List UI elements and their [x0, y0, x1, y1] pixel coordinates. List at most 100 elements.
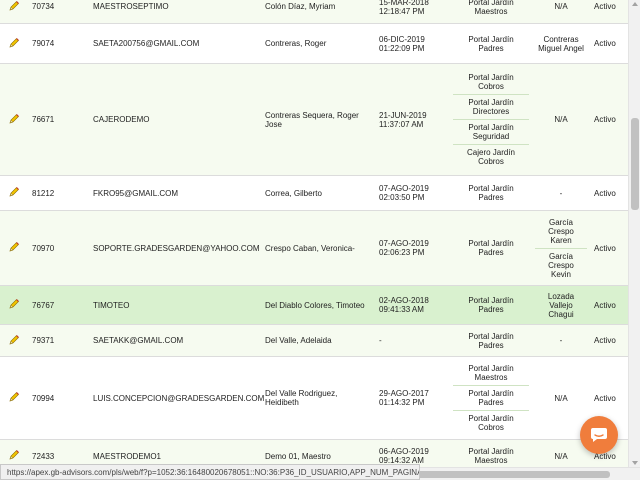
pencil-icon [9, 450, 19, 460]
app-item: Cajero Jardín Cobros [466, 148, 516, 166]
last-access: 06-AGO-2019 09:14:32 AM [375, 439, 450, 467]
scroll-down-arrow-icon[interactable] [632, 461, 638, 465]
last-access-date: 07-AGO-2019 [379, 239, 429, 248]
app-item: Portal Jardín Padres [468, 331, 514, 350]
pencil-icon [9, 242, 19, 252]
username: MAESTRODEMO1 [89, 439, 261, 467]
reference-item: - [559, 188, 563, 198]
last-access: 02-AGO-2018 09:41:33 AM [375, 285, 450, 325]
app-item: Portal Jardín Padres [468, 296, 514, 314]
table-row: 81212 FKRO95@GMAIL.COM Correa, Gilberto 07-… [0, 175, 628, 211]
app-item: Portal Jardín Padres [468, 34, 514, 53]
applications-cell: Portal Jardín Padres [450, 23, 532, 64]
user-id: 70734 [28, 0, 89, 24]
user-id: 72433 [28, 439, 89, 467]
applications-cell: Portal Jardín Padres [450, 210, 532, 286]
full-name: Colón Díaz, Myriam [261, 0, 375, 24]
user-id: 81212 [28, 175, 89, 211]
last-access: 21-JUN-2019 11:37:07 AM [375, 63, 450, 176]
last-access-date: 02-AGO-2018 [379, 296, 429, 305]
reference-item: - [559, 336, 563, 345]
last-access-date: 07-AGO-2019 [379, 184, 429, 193]
pencil-icon [9, 0, 19, 10]
pencil-icon [9, 334, 19, 344]
last-access: 06-DIC-2019 01:22:09 PM [375, 23, 450, 64]
username: FKRO95@GMAIL.COM [89, 175, 261, 211]
table-row: 76767 TIMOTEO Del Diablo Colores, Timoteo 0… [0, 285, 628, 325]
reference-item: N/A [554, 2, 568, 11]
edit-link[interactable] [0, 285, 28, 325]
table-row: 70734 MAESTROSEPTIMO Colón Díaz, Myriam 15-… [0, 0, 628, 24]
app-item: Portal Jardín Padres [453, 386, 529, 411]
last-access: 29-AGO-2017 01:14:32 PM [375, 356, 450, 440]
related-cell: Lozada Vallejo Chagui [532, 285, 590, 325]
status: Activo [590, 285, 628, 325]
reference-item: Contreras Miguel Angel [538, 34, 584, 53]
scroll-thumb[interactable] [631, 118, 639, 210]
app-item: Portal Jardín Cobros [468, 414, 514, 432]
full-name: Del Valle Rodriguez, Heidibeth [261, 356, 375, 440]
related-cell: N/A [532, 63, 590, 176]
last-access-time: 11:37:07 AM [379, 119, 424, 129]
vertical-scrollbar[interactable] [628, 0, 640, 467]
applications-cell: Portal Jardín Padres [450, 175, 532, 211]
username: SAETA200756@GMAIL.COM [89, 23, 261, 64]
edit-link[interactable] [0, 324, 28, 357]
edit-link[interactable] [0, 23, 28, 64]
applications-cell: Portal Jardín Cobros Portal Jardín Direct… [450, 63, 532, 176]
edit-link[interactable] [0, 439, 28, 467]
status: Activo [590, 63, 628, 176]
status: Activo [590, 175, 628, 211]
edit-link[interactable] [0, 356, 28, 440]
username: LUIS.CONCEPCION@GRADESGARDEN.COM [89, 356, 264, 440]
pencil-icon [9, 37, 19, 47]
status-bar-url: https://apex.gb-advisors.com/pls/web/f?p… [0, 464, 420, 480]
reference-item: N/A [554, 393, 568, 403]
related-cell: N/A [532, 0, 590, 24]
related-cell: Contreras Miguel Angel [532, 23, 590, 64]
last-access-time: 01:14:32 PM [379, 398, 425, 407]
horizontal-scroll-thumb[interactable] [414, 471, 610, 478]
applications-cell: Portal Jardín Maestros [450, 0, 532, 24]
last-access-date: - [379, 336, 382, 345]
last-access-time: 01:22:09 PM [379, 43, 425, 53]
reference-item: N/A [554, 115, 568, 124]
last-access: 07-AGO-2019 02:06:23 PM [375, 210, 450, 286]
last-access: - [375, 324, 450, 357]
table-row: 72433 MAESTRODEMO1 Demo 01, Maestro 06-AGO-… [0, 439, 628, 467]
last-access: 15-MAR-2018 12:18:47 PM [375, 0, 450, 24]
user-id: 79371 [28, 324, 89, 357]
reference-item: N/A [554, 451, 568, 461]
pencil-icon [9, 187, 19, 197]
edit-link[interactable] [0, 63, 28, 176]
edit-link[interactable] [0, 210, 28, 286]
app-item: Portal Jardín Directores [453, 95, 529, 120]
pencil-icon [9, 392, 19, 402]
status: Activo [590, 23, 628, 64]
table-row: 70994 LUIS.CONCEPCION@GRADESGARDEN.COM Del… [0, 356, 628, 440]
edit-link[interactable] [0, 175, 28, 211]
username: SAETAKK@GMAIL.COM [89, 324, 261, 357]
scroll-up-arrow-icon[interactable] [632, 2, 638, 6]
full-name: Correa, Gilberto [261, 175, 375, 211]
applications-cell: Portal Jardín Padres [450, 324, 532, 357]
last-access-time: 02:06:23 PM [379, 248, 425, 257]
user-id: 76767 [28, 285, 89, 325]
users-report: 70734 MAESTROSEPTIMO Colón Díaz, Myriam 15-… [0, 0, 628, 467]
full-name: Contreras Sequera, Roger Jose [261, 63, 375, 176]
chat-button[interactable] [580, 416, 618, 454]
table-row: 70970 SOPORTE.GRADESGARDEN@YAHOO.COM Cresp… [0, 210, 628, 286]
last-access-date: 06-AGO-2019 [379, 447, 429, 457]
status: Activo [590, 0, 628, 24]
applications-cell: Portal Jardín Padres [450, 285, 532, 325]
last-access-time: 02:03:50 PM [379, 193, 425, 202]
table-row: 79074 SAETA200756@GMAIL.COM Contreras, Rog… [0, 23, 628, 64]
edit-link[interactable] [0, 0, 28, 24]
user-id: 70970 [28, 210, 89, 286]
user-id: 76671 [28, 63, 89, 176]
last-access-time: 12:18:47 PM [379, 6, 425, 16]
related-cell: García Crespo Karen García Crespo Kevin [532, 210, 590, 286]
username: TIMOTEO [89, 285, 261, 325]
app-item: Portal Jardín Padres [468, 184, 514, 202]
user-id: 70994 [28, 356, 89, 440]
